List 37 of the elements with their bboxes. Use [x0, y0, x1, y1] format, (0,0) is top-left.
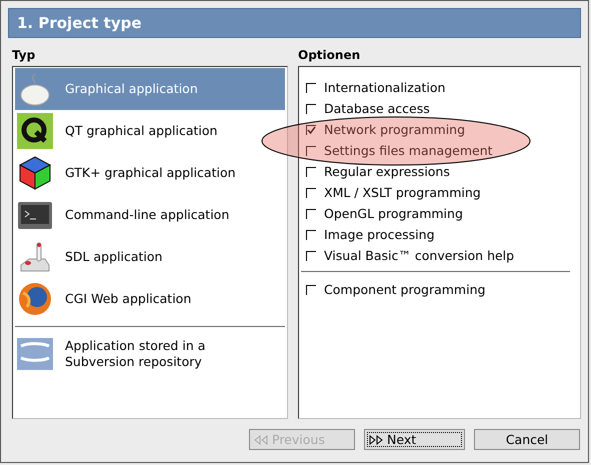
checkbox[interactable] [306, 124, 316, 134]
checkbox[interactable] [306, 188, 316, 198]
checkbox[interactable] [306, 250, 316, 260]
option-label: Visual Basic™ conversion help [324, 248, 514, 263]
dialog-button[interactable]: Next [364, 429, 465, 450]
option-label: Network programming [324, 122, 466, 137]
option-label: Regular expressions [324, 164, 450, 179]
checkbox[interactable] [306, 82, 316, 92]
type-list-item[interactable]: GTK+ graphical application [15, 152, 286, 194]
q-logo-icon [17, 113, 53, 149]
globe-icon [17, 281, 53, 317]
checkbox[interactable] [306, 166, 316, 176]
panel-heading: Optionen [298, 48, 362, 64]
option-label: Internationalization [324, 80, 446, 95]
option-label: XML / XSLT programming [324, 185, 481, 200]
type-list-item[interactable]: SDL application [15, 236, 286, 278]
dialog-button[interactable]: Cancel [474, 429, 580, 450]
option-label: Database access [324, 101, 430, 116]
checkbox[interactable] [306, 104, 316, 114]
type-list-item[interactable]: Command-line application [15, 194, 286, 236]
panel-heading: Typ [12, 48, 36, 64]
subversion-icon [17, 336, 53, 372]
checkbox[interactable] [306, 230, 316, 240]
checkbox[interactable] [306, 284, 316, 294]
option-label: OpenGL programming [324, 206, 463, 221]
option-label: Settings files management [324, 143, 493, 158]
window-title: 1. Project type [17, 14, 142, 32]
checkbox[interactable] [306, 208, 316, 218]
checkbox[interactable] [306, 146, 316, 156]
double-left-arrow-icon [254, 434, 268, 444]
type-list-item[interactable]: Application stored in a Subversion repository [15, 333, 286, 375]
type-list-item[interactable]: QT graphical application [15, 110, 286, 152]
option-label: Component programming [324, 282, 486, 297]
option-label: Image processing [324, 227, 435, 242]
cube-icon [17, 155, 53, 191]
double-right-arrow-icon [369, 434, 383, 444]
type-list-item[interactable]: CGI Web application [15, 278, 286, 320]
